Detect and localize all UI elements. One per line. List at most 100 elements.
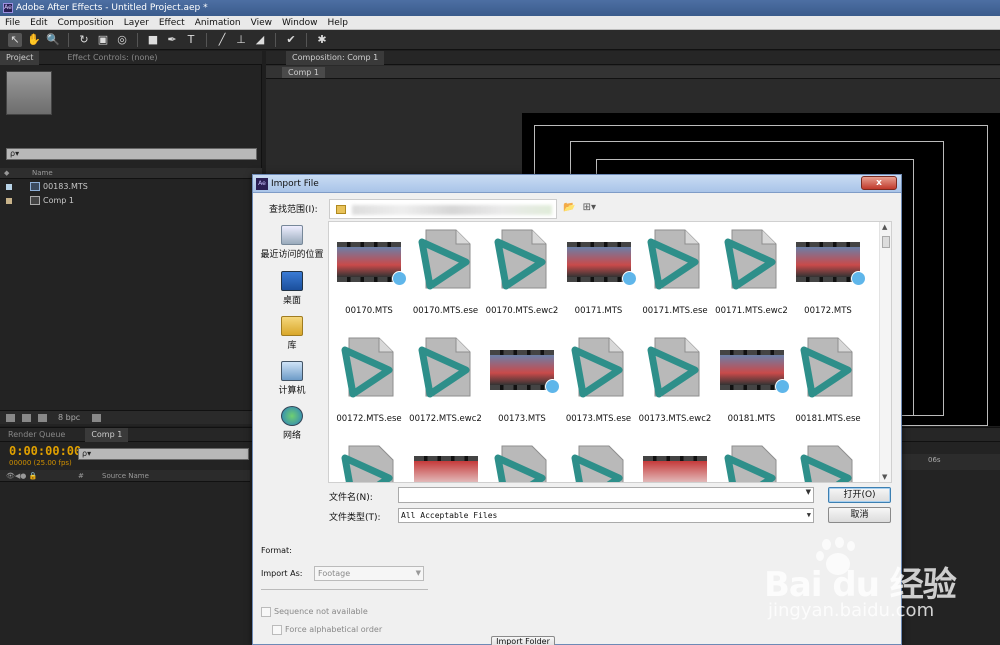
file-name: 00173.MTS.ese [565,414,632,424]
file-tile[interactable] [561,444,637,482]
project-item[interactable]: Comp 1 [0,194,262,207]
menu-help[interactable]: Help [322,16,353,29]
open-button[interactable]: 打开(O) [828,487,891,503]
tab-comp1[interactable]: Comp 1 [85,427,129,442]
file-thumbnail [794,228,866,294]
project-footer: 8 bpc [0,410,262,424]
menu-layer[interactable]: Layer [119,16,154,29]
file-tile[interactable]: 00173.MTS.ese [561,336,637,436]
current-time-display[interactable]: 0:00:00:00 [9,444,81,458]
place-network[interactable]: 网络 [257,406,327,441]
file-tile[interactable]: 00172.MTS.ese [331,336,407,436]
import-folder-button[interactable]: Import Folder [491,636,555,645]
source-name-column[interactable]: Source Name [102,470,149,482]
file-tile[interactable]: 00171.MTS [561,228,637,328]
place-libraries[interactable]: 库 [257,316,327,351]
camera-tool-icon[interactable]: ▣ [96,33,110,47]
timeline-search-input[interactable]: ρ▾ [78,448,249,460]
eraser-tool-icon[interactable]: ◢ [253,33,267,47]
file-tile[interactable] [637,444,713,482]
file-tile[interactable] [331,444,407,482]
file-tile[interactable]: 00181.MTS [714,336,790,436]
brush-tool-icon[interactable]: ╱ [215,33,229,47]
project-item[interactable]: 00183.MTS [0,180,262,193]
view-menu-icon[interactable]: ⊞▾ [583,202,596,213]
project-panel: Project Effect Controls: (none) ρ▾ ◆ Nam… [0,50,262,426]
file-tile[interactable] [714,444,790,482]
menu-effect[interactable]: Effect [154,16,190,29]
tab-project[interactable]: Project [0,50,40,65]
trash-icon[interactable] [92,414,101,422]
file-tile[interactable]: 00172.MTS.ewc2 [408,336,484,436]
file-tile[interactable]: 00171.MTS.ewc2 [714,228,790,328]
scroll-up-icon[interactable]: ▲ [882,223,887,231]
tab-render-queue[interactable]: Render Queue [2,428,71,442]
play-file-icon [341,337,394,398]
comp-chip[interactable]: Comp 1 [282,67,325,78]
chevron-down-icon[interactable]: ▼ [806,488,811,496]
menu-edit[interactable]: Edit [25,16,52,29]
selection-tool-icon[interactable]: ↖ [8,32,22,47]
file-scrollbar[interactable]: ▲ ▼ [879,222,891,482]
scroll-thumb[interactable] [882,236,890,248]
file-tile[interactable]: 00172.MTS [790,228,866,328]
tab-composition[interactable]: Composition: Comp 1 [286,50,385,65]
place-desktop[interactable]: 桌面 [257,271,327,306]
import-as-select[interactable]: Footage ▼ [314,566,424,581]
file-list-view[interactable]: 00170.MTS 00170.MTS.ese 00170.MTS.ewc2 0017… [328,221,892,483]
force-alphabetical-checkbox[interactable] [272,625,282,635]
clone-stamp-tool-icon[interactable]: ⊥ [234,33,248,47]
file-tile[interactable]: 00171.MTS.ese [637,228,713,328]
sequence-checkbox[interactable] [261,607,271,617]
cancel-button[interactable]: 取消 [828,507,891,523]
rectangle-tool-icon[interactable]: ■ [146,33,160,47]
file-tile[interactable] [790,444,866,482]
place-computer[interactable]: 计算机 [257,361,327,396]
close-button[interactable]: x [861,176,897,190]
text-tool-icon[interactable]: T [184,33,198,47]
scroll-down-icon[interactable]: ▼ [882,473,887,481]
file-tile[interactable]: 00170.MTS [331,228,407,328]
video-thumbnail [719,350,790,394]
place-recent[interactable]: 最近访问的位置 [257,225,327,260]
video-scene [719,355,784,385]
menu-file[interactable]: File [0,16,25,29]
menu-animation[interactable]: Animation [190,16,246,29]
project-search-input[interactable]: ρ▾ [6,148,257,160]
puppet-pin-tool-icon[interactable]: ✱ [315,33,329,47]
tab-effect-controls[interactable]: Effect Controls: (none) [61,51,163,65]
file-tile[interactable]: 00170.MTS.ewc2 [484,228,560,328]
file-tile[interactable]: 00173.MTS.ewc2 [637,336,713,436]
file-tile[interactable]: 00181.MTS.ese [790,336,866,436]
file-tile[interactable]: 00170.MTS.ese [408,228,484,328]
file-tile[interactable]: 00173.MTS [484,336,560,436]
menu-window[interactable]: Window [277,16,323,29]
video-thumbnail [643,456,707,482]
rotate-tool-icon[interactable]: ↻ [77,33,91,47]
chevron-down-icon[interactable]: ▼ [416,567,421,580]
menu-composition[interactable]: Composition [53,16,119,29]
look-in-select[interactable] [329,199,557,219]
new-folder-icon[interactable]: 📂 [563,202,575,213]
zoom-tool-icon[interactable]: 🔍 [46,33,60,47]
time-ruler[interactable]: 06s [900,454,1000,470]
roto-brush-tool-icon[interactable]: ✔ [284,33,298,47]
name-column-header[interactable]: Name [32,168,53,179]
pen-tool-icon[interactable]: ✒ [165,33,179,47]
file-type-select[interactable]: All Acceptable Files ▼ [398,508,814,523]
menu-view[interactable]: View [246,16,277,29]
chevron-down-icon[interactable]: ▼ [807,509,811,522]
hand-tool-icon[interactable]: ✋ [27,33,41,47]
new-composition-icon[interactable] [38,414,47,422]
video-scene [413,461,478,482]
file-thumbnail [718,228,786,294]
file-name-input[interactable]: ▼ [398,487,814,503]
interpret-footage-icon[interactable] [6,414,15,422]
video-scene [490,355,554,385]
new-folder-icon[interactable] [22,414,31,422]
file-tile[interactable] [484,444,560,482]
file-tile[interactable] [408,444,484,482]
label-column-icon[interactable]: ◆ [4,168,9,179]
bit-depth-button[interactable]: 8 bpc [58,411,80,425]
pan-behind-tool-icon[interactable]: ◎ [115,33,129,47]
